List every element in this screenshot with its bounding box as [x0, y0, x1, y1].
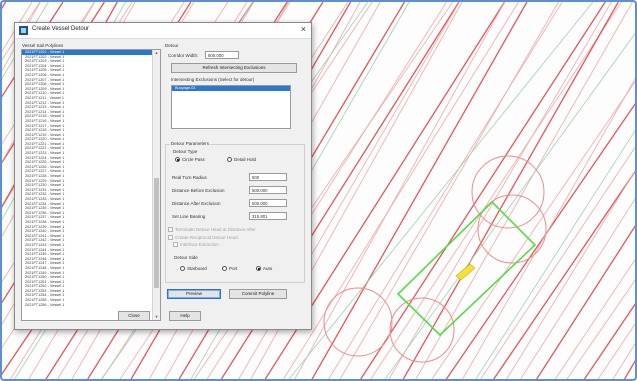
vessel-track-line — [339, 2, 559, 379]
vessel-marker — [455, 263, 476, 281]
reciprocal-detour-label: Create Reciprocal Detour Head — [175, 235, 238, 240]
commit-polyline-button[interactable]: Commit Polyline — [229, 289, 287, 299]
interface-extraction-label: Interface Extraction — [180, 242, 219, 247]
detour-type-option-1: Detail Hold — [234, 157, 257, 162]
param-label-3: Set Line Bearing — [172, 214, 206, 219]
intersecting-exclusions-label: Intersecting Exclusions (Select for deto… — [171, 77, 255, 82]
corridor-width-input[interactable]: 500.000 — [205, 51, 239, 59]
refresh-intersecting-exclusions-button[interactable]: Refresh Intersecting Exclusions — [171, 63, 297, 73]
corridor-width-label: Corridor Width: — [168, 53, 199, 58]
voyage-list-items: 2021FT1201 - Vessel 1 2021FT1202 - Vessel… — [22, 50, 160, 307]
param-label-1: Distance Before Exclusion — [172, 188, 225, 193]
terminate-detour-label: Terminate Detour Head at Distance After — [175, 227, 256, 232]
detour-side-label: Detour Side — [174, 255, 198, 260]
alternate-track-line — [384, 32, 635, 379]
distance-before-input[interactable]: 500.000 — [249, 186, 287, 194]
intersecting-exclusion-item[interactable]: Buoyage-01 — [172, 86, 290, 91]
detour-parameters-label: Detour Parameters — [170, 141, 211, 146]
scroll-thumb[interactable] — [154, 178, 159, 288]
vessel-track-line — [623, 359, 635, 379]
close-icon[interactable]: × — [301, 24, 306, 34]
vessel-track-line — [583, 303, 635, 379]
scroll-up-icon[interactable]: ▲ — [153, 50, 160, 56]
vessel-track-line — [445, 103, 635, 379]
dialog-titlebar[interactable]: Create Vessel Detour × — [15, 23, 311, 39]
preview-button[interactable]: Preview — [167, 289, 221, 299]
scroll-down-icon[interactable]: ▼ — [153, 314, 160, 320]
vessel-track-line — [566, 279, 635, 379]
param-label-0: Real Turn Radius — [172, 175, 207, 180]
voyage-list-item[interactable]: 2021FT1256 - Vessel 1 — [22, 303, 160, 308]
side-option-2: Auto — [263, 266, 273, 271]
set-line-bearing-input[interactable]: 315.801 — [249, 212, 287, 220]
side-radio-0[interactable] — [180, 266, 185, 271]
detour-type-label: Detour Type — [173, 149, 198, 154]
vessel-track-line — [480, 146, 635, 379]
vessel-track-line — [535, 225, 635, 379]
voyage-list-scrollbar[interactable]: ▲ ▼ — [152, 50, 160, 320]
voyage-list[interactable]: 2021FT1201 - Vessel 1 2021FT1202 - Vessel… — [21, 49, 161, 321]
side-option-0: Starboard — [187, 266, 207, 271]
app-icon — [19, 26, 28, 35]
interface-extraction-checkbox[interactable] — [173, 242, 178, 247]
side-option-1: Port — [229, 266, 238, 271]
side-radio-2[interactable] — [256, 266, 261, 271]
detour-type-radio-1[interactable] — [227, 157, 232, 162]
terminate-detour-checkbox[interactable] — [168, 227, 173, 232]
alternate-track-line — [475, 129, 635, 379]
distance-after-input[interactable]: 500.000 — [249, 199, 287, 207]
vessel-track-line — [493, 170, 635, 379]
detour-type-radio-0[interactable] — [175, 157, 180, 162]
close-button[interactable]: Close — [118, 311, 150, 321]
side-radio-1[interactable] — [222, 266, 227, 271]
detour-section-label: Detour — [165, 43, 179, 48]
vessel-track-line — [370, 2, 622, 379]
reciprocal-detour-checkbox[interactable] — [168, 235, 173, 240]
detour-type-option-0: Circle Pass — [182, 157, 205, 162]
vessel-track-line — [311, 2, 528, 379]
vessel-track-line — [388, 2, 612, 379]
voyage-list-label: Vessel Sail Polylines — [22, 43, 64, 48]
app-window: Create Vessel Detour × Vessel Sail Polyl… — [0, 0, 637, 381]
create-vessel-detour-dialog: Create Vessel Detour × Vessel Sail Polyl… — [14, 22, 312, 330]
param-label-2: Distance After Exclusion — [172, 201, 221, 206]
intersecting-exclusions-list[interactable]: Buoyage-01 — [171, 85, 291, 129]
real-turn-radius-input[interactable]: 500 — [249, 173, 287, 181]
help-button[interactable]: Help — [169, 311, 201, 321]
dialog-title: Create Vessel Detour — [32, 26, 90, 32]
